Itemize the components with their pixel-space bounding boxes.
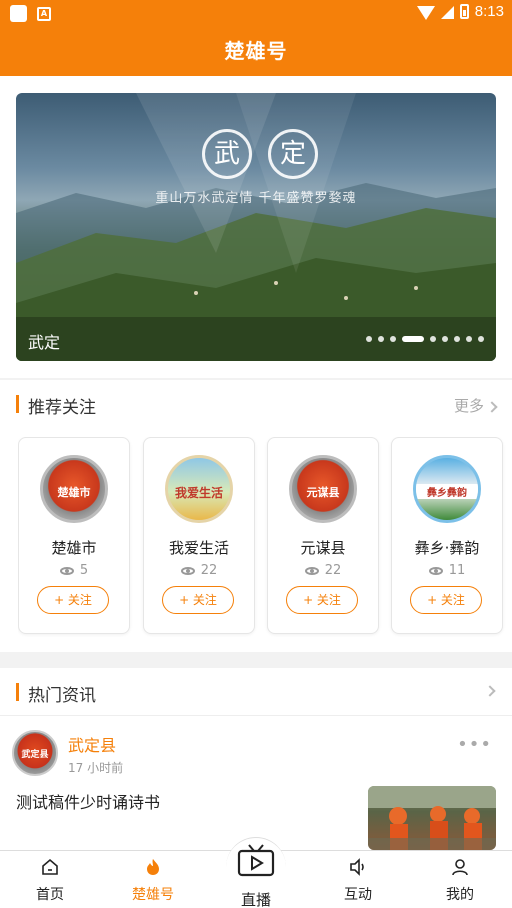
avatar-label: 楚雄市: [57, 486, 91, 499]
banner-seal-char: 武: [202, 129, 252, 179]
recommended-header: 推荐关注 更多: [0, 380, 512, 428]
flame-icon: [147, 859, 159, 875]
carousel-dot[interactable]: [378, 336, 384, 342]
eye-icon: [180, 566, 195, 575]
tab-chuxiong-hao[interactable]: 楚雄号: [113, 851, 193, 908]
account-name: 彝乡·彝韵: [414, 539, 480, 557]
eye-icon: [59, 566, 74, 575]
speaker-icon: [350, 858, 364, 876]
banner-seal-char: 定: [268, 129, 318, 179]
view-count: 5: [19, 563, 129, 578]
account-avatar: 我爱生活: [165, 455, 233, 523]
carousel-dot[interactable]: [366, 336, 372, 342]
avatar-label: 元谋县: [306, 486, 340, 499]
chevron-right-icon: [486, 401, 498, 413]
signal-icon: [440, 5, 454, 19]
tab-mine[interactable]: 我的: [420, 851, 500, 908]
user-icon: [452, 859, 468, 876]
news-thumbnail[interactable]: [368, 786, 496, 850]
wifi-icon: [416, 6, 435, 20]
chevron-right-icon[interactable]: [484, 685, 496, 697]
avatar-label: 武定县: [21, 750, 49, 760]
carousel-indicator: [366, 336, 484, 342]
live-tv-icon[interactable]: [236, 843, 276, 879]
carousel-dot[interactable]: [466, 336, 472, 342]
section-accent-bar: [16, 683, 19, 701]
more-link[interactable]: 更多: [453, 395, 498, 416]
account-card-list[interactable]: 楚雄市 楚雄市 5 + 关注 我爱生活 我爱生活 22 + 关注 元谋县 元谋县…: [18, 437, 512, 637]
account-name: 我爱生活: [168, 539, 229, 557]
follow-button[interactable]: + 关注: [410, 586, 482, 614]
home-icon: [42, 858, 58, 875]
recommended-section: 推荐关注 更多 楚雄市 楚雄市 5 + 关注 我爱生活 我爱生活 22 + 关注…: [0, 380, 512, 652]
banner-section: 武 定 重山万水武定情 千年盛赞罗婺魂 武定: [0, 76, 512, 378]
status-time: 8:13: [474, 2, 504, 20]
bottom-tab-bar: 首页 楚雄号 直播 互动 我的: [0, 837, 512, 908]
view-count: 22: [268, 563, 378, 578]
follow-button[interactable]: + 关注: [162, 586, 234, 614]
account-card[interactable]: 元谋县 元谋县 22 + 关注: [267, 437, 379, 634]
eye-icon: [428, 566, 443, 575]
tab-live-label[interactable]: 直播: [216, 889, 296, 908]
hot-news-section: 热门资讯 武定县 武定县 17 小时前 ••• 测试稿件少时诵诗书: [0, 668, 512, 850]
battery-icon: [459, 3, 469, 19]
account-avatar: 彝乡彝韵: [413, 455, 481, 523]
app-square-icon: [10, 5, 27, 22]
news-photo: [368, 786, 496, 850]
account-card[interactable]: 楚雄市 楚雄市 5 + 关注: [18, 437, 130, 634]
tab-interaction[interactable]: 互动: [318, 851, 398, 908]
account-avatar: 元谋县: [289, 455, 357, 523]
more-label: 更多: [453, 397, 484, 415]
hot-news-header[interactable]: 热门资讯: [0, 668, 512, 716]
view-count-value: 11: [448, 563, 466, 578]
carousel-dot[interactable]: [430, 336, 436, 342]
page-title: 楚雄号: [224, 39, 288, 63]
account-name: 楚雄市: [51, 539, 97, 557]
avatar-label: 我爱生活: [174, 486, 223, 500]
a-badge-icon: A: [37, 7, 51, 21]
account-avatar: 楚雄市: [40, 455, 108, 523]
section-accent-bar: [16, 395, 19, 413]
app-header: 楚雄号: [0, 26, 512, 76]
carousel-dot[interactable]: [478, 336, 484, 342]
tab-label: 楚雄号: [132, 887, 174, 903]
view-count-value: 22: [324, 563, 342, 578]
view-count-value: 22: [200, 563, 218, 578]
follow-button[interactable]: + 关注: [37, 586, 109, 614]
tab-label: 我的: [446, 887, 474, 903]
view-count: 22: [144, 563, 254, 578]
avatar-label: 彝乡彝韵: [416, 484, 478, 499]
tab-home[interactable]: 首页: [10, 851, 90, 908]
news-title[interactable]: 测试稿件少时诵诗书: [16, 789, 160, 813]
carousel-dot[interactable]: [454, 336, 460, 342]
eye-icon: [304, 566, 319, 575]
news-timestamp: 17 小时前: [68, 761, 124, 775]
section-title: 推荐关注: [28, 398, 96, 418]
status-bar: A 8:13: [0, 0, 512, 26]
banner-caption: 武定: [28, 333, 61, 352]
section-title: 热门资讯: [28, 686, 96, 706]
news-source-avatar[interactable]: 武定县: [12, 730, 58, 776]
view-count: 11: [392, 563, 502, 578]
account-card[interactable]: 彝乡彝韵 彝乡·彝韵 11 + 关注: [391, 437, 503, 634]
carousel-dot[interactable]: [442, 336, 448, 342]
news-source-name[interactable]: 武定县: [68, 732, 116, 756]
more-options-icon[interactable]: •••: [457, 734, 492, 755]
account-name: 元谋县: [300, 539, 346, 557]
view-count-value: 5: [79, 563, 89, 578]
follow-button[interactable]: + 关注: [286, 586, 358, 614]
banner-carousel[interactable]: 武 定 重山万水武定情 千年盛赞罗婺魂 武定: [16, 93, 496, 361]
banner-caption-bar: 武定: [16, 317, 496, 361]
carousel-dot[interactable]: [390, 336, 396, 342]
tab-label: 互动: [344, 887, 372, 903]
tab-label: 首页: [36, 887, 64, 903]
carousel-dot-active[interactable]: [402, 336, 424, 342]
account-card[interactable]: 我爱生活 我爱生活 22 + 关注: [143, 437, 255, 634]
banner-subtitle: 重山万水武定情 千年盛赞罗婺魂: [155, 191, 357, 206]
